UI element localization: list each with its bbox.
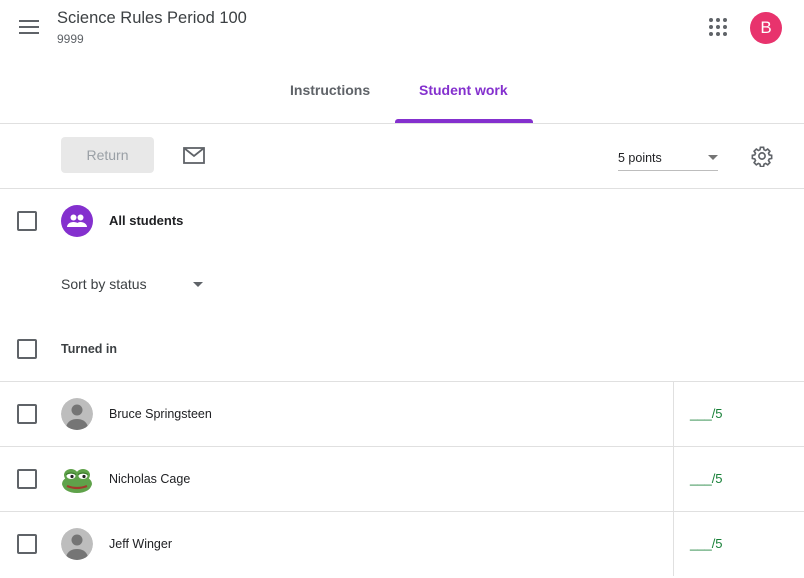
grade-input[interactable]: ___/5 <box>690 536 723 551</box>
grade-input[interactable]: ___/5 <box>690 471 723 486</box>
all-students-avatar <box>61 205 93 237</box>
active-tab-indicator <box>395 119 533 123</box>
turned-in-section-label: Turned in <box>61 342 118 356</box>
settings-button[interactable] <box>748 142 776 170</box>
dropdown-arrow-icon <box>708 155 718 160</box>
all-students-label[interactable]: All students <box>109 213 183 228</box>
gear-icon <box>751 146 773 167</box>
student-name[interactable]: Nicholas Cage <box>109 472 190 486</box>
tab-instructions[interactable]: Instructions <box>290 82 370 98</box>
class-title[interactable]: Science Rules Period 100 <box>57 9 247 28</box>
sort-label: Sort by status <box>61 276 147 292</box>
dropdown-arrow-icon <box>193 282 203 287</box>
points-value: 5 points <box>618 151 662 165</box>
select-turned-in-checkbox[interactable] <box>17 339 37 359</box>
student-row[interactable]: Nicholas Cage ___/5 <box>0 446 804 511</box>
apps-grid-icon <box>709 18 727 36</box>
student-checkbox[interactable] <box>17 469 37 489</box>
mail-icon <box>183 146 205 164</box>
default-person-icon <box>61 398 93 430</box>
student-name[interactable]: Jeff Winger <box>109 537 172 551</box>
return-button[interactable]: Return <box>61 137 154 173</box>
group-people-icon <box>67 214 87 227</box>
grade-cell: ___/5 <box>673 512 804 576</box>
main-menu-button[interactable] <box>13 11 45 43</box>
grade-input[interactable]: ___/5 <box>690 406 723 421</box>
student-checkbox[interactable] <box>17 404 37 424</box>
grade-cell: ___/5 <box>673 382 804 446</box>
student-avatar <box>61 398 93 430</box>
student-checkbox[interactable] <box>17 534 37 554</box>
points-dropdown[interactable]: 5 points <box>618 145 718 171</box>
student-avatar <box>61 528 93 560</box>
frog-avatar-icon <box>61 463 93 495</box>
student-name[interactable]: Bruce Springsteen <box>109 407 212 421</box>
student-row[interactable]: Jeff Winger ___/5 <box>0 511 804 576</box>
class-section: 9999 <box>57 32 84 46</box>
google-apps-button[interactable] <box>702 11 734 43</box>
app-header: Science Rules Period 100 9999 B Instruct… <box>0 0 804 124</box>
grade-cell: ___/5 <box>673 447 804 511</box>
email-button[interactable] <box>180 141 208 169</box>
tab-student-work[interactable]: Student work <box>419 82 508 98</box>
hamburger-menu-icon <box>19 20 39 34</box>
user-avatar[interactable]: B <box>750 12 782 44</box>
grading-toolbar: Return 5 points <box>0 124 804 189</box>
default-person-icon <box>61 528 93 560</box>
student-row[interactable]: Bruce Springsteen ___/5 <box>0 381 804 446</box>
student-avatar <box>61 463 93 495</box>
select-all-checkbox[interactable] <box>17 211 37 231</box>
sort-dropdown[interactable]: Sort by status <box>61 276 209 296</box>
